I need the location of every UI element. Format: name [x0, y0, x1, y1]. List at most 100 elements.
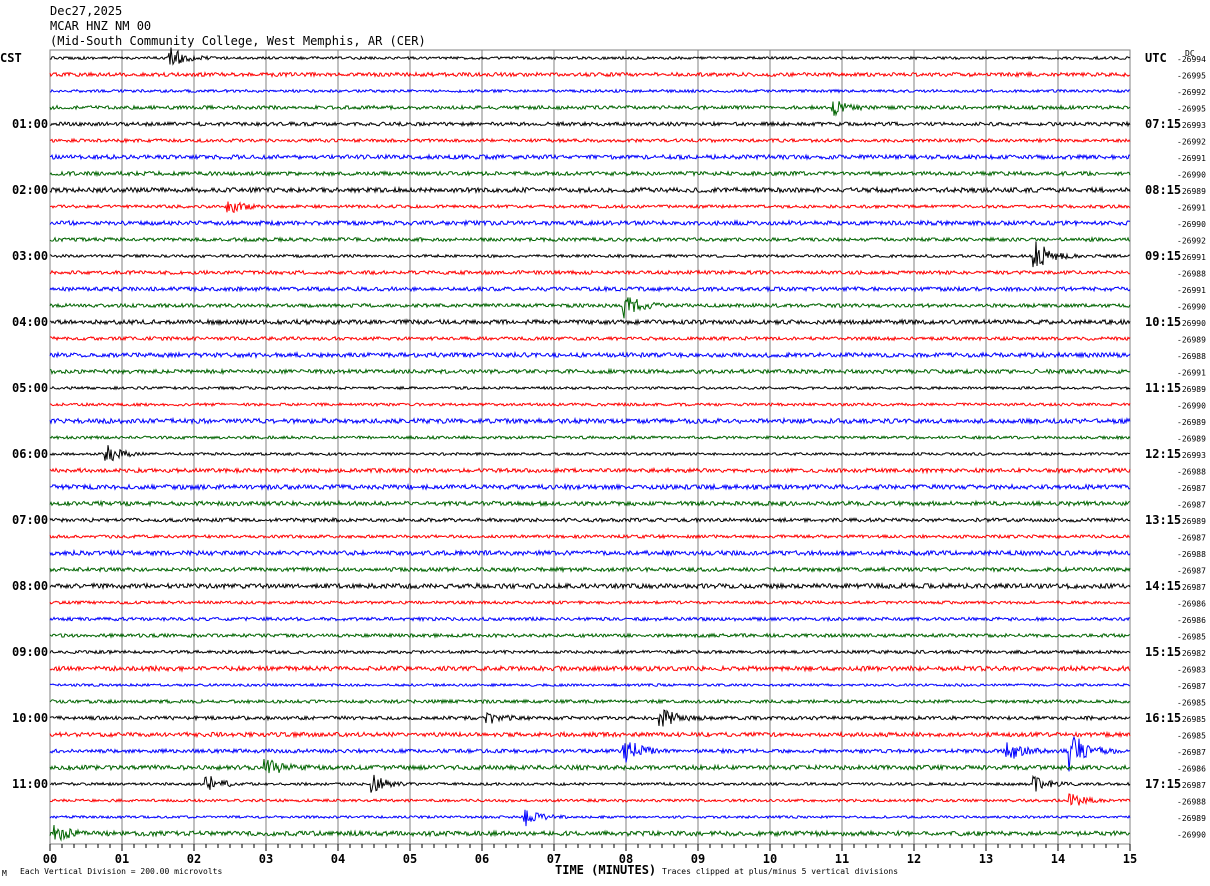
- left-time-label: 11:00: [12, 777, 48, 791]
- x-tick-label: 02: [187, 852, 201, 866]
- dc-offset: -26988: [1177, 798, 1206, 807]
- right-time-label: 15:15: [1145, 645, 1181, 659]
- trace-line: [49, 615, 1131, 623]
- x-tick-label: 10: [763, 852, 777, 866]
- dc-offset: -26991: [1177, 253, 1206, 262]
- right-time-label: 10:15: [1145, 315, 1181, 329]
- trace-line: [49, 269, 1131, 276]
- trace-line: [49, 70, 1131, 79]
- dc-offset: -26987: [1177, 583, 1206, 592]
- helicorder: Dec27,2025 MCAR HNZ NM 00 (Mid-South Com…: [0, 0, 1210, 886]
- trace-line: [49, 809, 1131, 827]
- dc-offset: -26983: [1177, 666, 1206, 675]
- left-time-label: 08:00: [12, 579, 48, 593]
- trace-line: [49, 120, 1131, 128]
- trace-line: [49, 416, 1131, 426]
- dc-offset: -26990: [1177, 319, 1206, 328]
- trace-line: [49, 730, 1131, 739]
- trace-line: [49, 774, 1131, 793]
- trace-line: [49, 350, 1131, 360]
- left-time-label: 10:00: [12, 711, 48, 725]
- dc-offset: -26986: [1177, 765, 1206, 774]
- dc-offset: -26982: [1177, 649, 1206, 658]
- trace-line: [49, 445, 1131, 462]
- dc-offset: -26989: [1177, 418, 1206, 427]
- dc-offset: -26989: [1177, 187, 1206, 196]
- trace-line: [49, 466, 1131, 475]
- left-time-label: 05:00: [12, 381, 48, 395]
- dc-offset: -26987: [1177, 501, 1206, 510]
- dc-header: DC: [1185, 49, 1195, 58]
- trace-line: [49, 335, 1131, 342]
- dc-offset: -26988: [1177, 270, 1206, 279]
- left-time-label: 06:00: [12, 447, 48, 461]
- dc-offset: -26992: [1177, 138, 1206, 147]
- trace-line: [49, 101, 1131, 117]
- dc-offset: -26993: [1177, 121, 1206, 130]
- trace-line: [49, 548, 1131, 557]
- trace-line: [49, 649, 1131, 656]
- trace-line: [49, 824, 1131, 842]
- trace-line: [49, 318, 1131, 327]
- left-time-label: CST: [0, 51, 22, 65]
- x-tick-label: 06: [475, 852, 489, 866]
- dc-offset: -26988: [1177, 468, 1206, 477]
- trace-line: [49, 698, 1131, 705]
- trace-line: [49, 664, 1131, 673]
- trace-line: [49, 297, 1131, 319]
- right-time-label: 11:15: [1145, 381, 1181, 395]
- x-tick-label: 01: [115, 852, 129, 866]
- plot-frame: [49, 49, 1131, 845]
- dc-offset: -26987: [1177, 748, 1206, 757]
- right-time-label: 07:15: [1145, 117, 1181, 131]
- dc-offset: -26995: [1177, 105, 1206, 114]
- trace-line: [49, 516, 1131, 524]
- dc-offset: -26985: [1177, 699, 1206, 708]
- dc-offset: -26990: [1177, 220, 1206, 229]
- trace-line: [49, 599, 1131, 606]
- right-time-label: 17:15: [1145, 777, 1181, 791]
- dc-offset: -26993: [1177, 451, 1206, 460]
- x-tick-label: 15: [1123, 852, 1137, 866]
- x-tick-label: 12: [907, 852, 921, 866]
- dc-offset: -26987: [1177, 781, 1206, 790]
- left-time-label: 01:00: [12, 117, 48, 131]
- dc-offset: -26992: [1177, 237, 1206, 246]
- right-time-label: 12:15: [1145, 447, 1181, 461]
- dc-offset: -26987: [1177, 484, 1206, 493]
- dc-offset: -26987: [1177, 682, 1206, 691]
- x-axis-label: TIME (MINUTES): [555, 863, 656, 877]
- left-time-label: 07:00: [12, 513, 48, 527]
- trace-line: [49, 565, 1131, 574]
- trace-line: [49, 581, 1131, 591]
- scale-note: Each Vertical Division = 200.00 microvol…: [20, 867, 222, 876]
- trace-line: [49, 482, 1131, 492]
- dc-offset: -26989: [1177, 336, 1206, 345]
- trace-line: [49, 709, 1131, 727]
- clip-note: Traces clipped at plus/minus 5 vertical …: [662, 867, 898, 876]
- left-time-label: 04:00: [12, 315, 48, 329]
- seismogram-plot: -26994CST UTC-26995-26992-26995-2699301:0…: [0, 47, 1206, 878]
- x-tick-label: 04: [331, 852, 345, 866]
- dc-offset: -26995: [1177, 72, 1206, 81]
- trace-line: [49, 241, 1131, 268]
- trace-line: [49, 88, 1131, 94]
- trace-line: [49, 499, 1131, 508]
- dc-offset: -26985: [1177, 732, 1206, 741]
- right-time-label: 13:15: [1145, 513, 1181, 527]
- x-tick-label: 05: [403, 852, 417, 866]
- dc-offset: -26991: [1177, 286, 1206, 295]
- trace-line: [49, 367, 1131, 376]
- dc-offset: -26987: [1177, 567, 1206, 576]
- dc-offset: -26988: [1177, 352, 1206, 361]
- trace-line: [49, 170, 1131, 178]
- x-tick-label: 13: [979, 852, 993, 866]
- right-time-label: 09:15: [1145, 249, 1181, 263]
- left-time-label: 02:00: [12, 183, 48, 197]
- dc-offset: -26990: [1177, 171, 1206, 180]
- dc-offset: -26987: [1177, 534, 1206, 543]
- right-time-label: UTC: [1145, 51, 1167, 65]
- dc-offset: -26991: [1177, 204, 1206, 213]
- right-time-label: 08:15: [1145, 183, 1181, 197]
- trace-line: [49, 219, 1131, 228]
